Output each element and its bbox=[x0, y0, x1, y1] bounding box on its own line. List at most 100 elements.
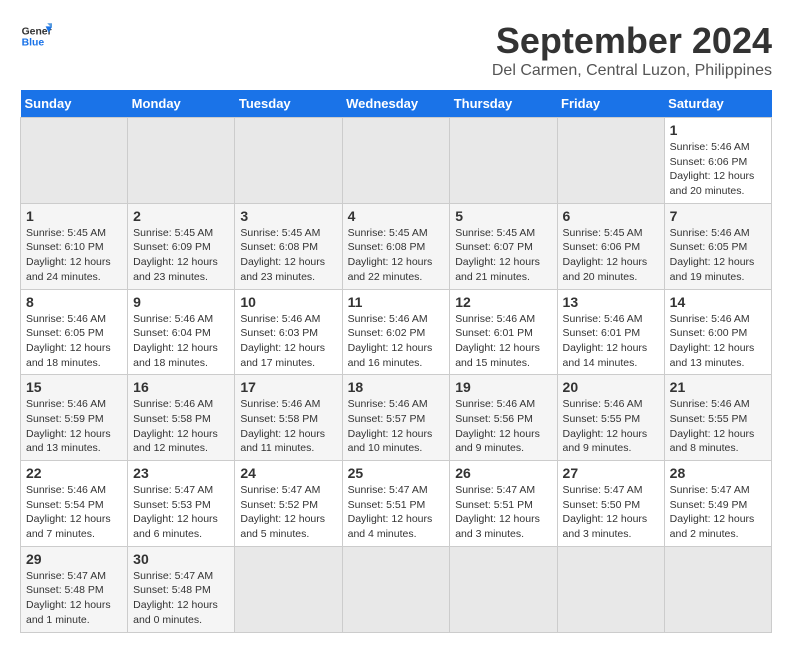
day-number: 12 bbox=[455, 294, 551, 310]
cell-info: Sunrise: 5:47 AM Sunset: 5:53 PM Dayligh… bbox=[133, 483, 229, 542]
calendar-cell: 14 Sunrise: 5:46 AM Sunset: 6:00 PM Dayli… bbox=[664, 289, 771, 375]
cell-info: Sunrise: 5:46 AM Sunset: 6:03 PM Dayligh… bbox=[240, 312, 336, 371]
calendar-cell: 9Sunrise: 5:46 AM Sunset: 6:04 PM Daylig… bbox=[128, 289, 235, 375]
calendar-cell: 27Sunrise: 5:47 AM Sunset: 5:50 PM Dayli… bbox=[557, 461, 664, 547]
calendar-cell: 28Sunrise: 5:47 AM Sunset: 5:49 PM Dayli… bbox=[664, 461, 771, 547]
cell-info: Sunrise: 5:45 AM Sunset: 6:10 PM Dayligh… bbox=[26, 226, 122, 285]
calendar-cell: 19 Sunrise: 5:46 AM Sunset: 5:56 PM Dayli… bbox=[450, 375, 557, 461]
cell-info: Sunrise: 5:46 AM Sunset: 5:58 PM Dayligh… bbox=[133, 397, 229, 456]
calendar-week-row: 1 Sunrise: 5:46 AM Sunset: 6:06 PM Daylig… bbox=[21, 118, 772, 204]
cell-info: Sunrise: 5:47 AM Sunset: 5:50 PM Dayligh… bbox=[563, 483, 659, 542]
cell-info: Sunrise: 5:45 AM Sunset: 6:08 PM Dayligh… bbox=[240, 226, 336, 285]
calendar-cell: 7 Sunrise: 5:46 AM Sunset: 6:05 PM Daylig… bbox=[664, 203, 771, 289]
calendar-week-row: 29Sunrise: 5:47 AM Sunset: 5:48 PM Dayli… bbox=[21, 546, 772, 632]
calendar-cell: 21 Sunrise: 5:46 AM Sunset: 5:55 PM Dayli… bbox=[664, 375, 771, 461]
calendar-cell bbox=[235, 118, 342, 204]
day-number: 1 bbox=[670, 122, 766, 138]
weekday-header: Friday bbox=[557, 90, 664, 118]
calendar-cell bbox=[557, 118, 664, 204]
day-number: 25 bbox=[348, 465, 445, 481]
day-number: 24 bbox=[240, 465, 336, 481]
calendar-cell: 5 Sunrise: 5:45 AM Sunset: 6:07 PM Daylig… bbox=[450, 203, 557, 289]
cell-info: Sunrise: 5:46 AM Sunset: 6:01 PM Dayligh… bbox=[455, 312, 551, 371]
cell-info: Sunrise: 5:47 AM Sunset: 5:52 PM Dayligh… bbox=[240, 483, 336, 542]
day-number: 6 bbox=[563, 208, 659, 224]
weekday-header: Saturday bbox=[664, 90, 771, 118]
calendar-cell: 25 Sunrise: 5:47 AM Sunset: 5:51 PM Dayli… bbox=[342, 461, 450, 547]
calendar-cell: 30Sunrise: 5:47 AM Sunset: 5:48 PM Dayli… bbox=[128, 546, 235, 632]
day-number: 16 bbox=[133, 379, 229, 395]
calendar-cell: 1 Sunrise: 5:46 AM Sunset: 6:06 PM Daylig… bbox=[664, 118, 771, 204]
calendar-table: SundayMondayTuesdayWednesdayThursdayFrid… bbox=[20, 90, 772, 633]
day-number: 3 bbox=[240, 208, 336, 224]
cell-info: Sunrise: 5:47 AM Sunset: 5:51 PM Dayligh… bbox=[348, 483, 445, 542]
calendar-cell: 1 Sunrise: 5:45 AM Sunset: 6:10 PM Daylig… bbox=[21, 203, 128, 289]
location-title: Del Carmen, Central Luzon, Philippines bbox=[492, 62, 772, 80]
calendar-cell: 3 Sunrise: 5:45 AM Sunset: 6:08 PM Daylig… bbox=[235, 203, 342, 289]
logo: General Blue bbox=[20, 20, 52, 52]
calendar-cell bbox=[450, 118, 557, 204]
calendar-cell bbox=[342, 546, 450, 632]
cell-info: Sunrise: 5:45 AM Sunset: 6:06 PM Dayligh… bbox=[563, 226, 659, 285]
calendar-cell: 4Sunrise: 5:45 AM Sunset: 6:08 PM Daylig… bbox=[342, 203, 450, 289]
day-number: 14 bbox=[670, 294, 766, 310]
calendar-cell: 20Sunrise: 5:46 AM Sunset: 5:55 PM Dayli… bbox=[557, 375, 664, 461]
cell-info: Sunrise: 5:46 AM Sunset: 6:05 PM Dayligh… bbox=[26, 312, 122, 371]
calendar-cell: 15Sunrise: 5:46 AM Sunset: 5:59 PM Dayli… bbox=[21, 375, 128, 461]
day-number: 30 bbox=[133, 551, 229, 567]
month-title: September 2024 bbox=[492, 20, 772, 62]
calendar-cell: 6 Sunrise: 5:45 AM Sunset: 6:06 PM Daylig… bbox=[557, 203, 664, 289]
day-number: 26 bbox=[455, 465, 551, 481]
calendar-cell: 12 Sunrise: 5:46 AM Sunset: 6:01 PM Dayli… bbox=[450, 289, 557, 375]
day-number: 13 bbox=[563, 294, 659, 310]
cell-info: Sunrise: 5:45 AM Sunset: 6:07 PM Dayligh… bbox=[455, 226, 551, 285]
cell-info: Sunrise: 5:47 AM Sunset: 5:49 PM Dayligh… bbox=[670, 483, 766, 542]
calendar-cell: 16 Sunrise: 5:46 AM Sunset: 5:58 PM Dayli… bbox=[128, 375, 235, 461]
day-number: 23 bbox=[133, 465, 229, 481]
cell-info: Sunrise: 5:46 AM Sunset: 6:06 PM Dayligh… bbox=[670, 140, 766, 199]
cell-info: Sunrise: 5:46 AM Sunset: 6:00 PM Dayligh… bbox=[670, 312, 766, 371]
cell-info: Sunrise: 5:46 AM Sunset: 6:04 PM Dayligh… bbox=[133, 312, 229, 371]
calendar-cell: 2Sunrise: 5:45 AM Sunset: 6:09 PM Daylig… bbox=[128, 203, 235, 289]
cell-info: Sunrise: 5:47 AM Sunset: 5:51 PM Dayligh… bbox=[455, 483, 551, 542]
day-number: 21 bbox=[670, 379, 766, 395]
page-header: General Blue September 2024 Del Carmen, … bbox=[20, 20, 772, 80]
cell-info: Sunrise: 5:46 AM Sunset: 5:57 PM Dayligh… bbox=[348, 397, 445, 456]
cell-info: Sunrise: 5:46 AM Sunset: 6:02 PM Dayligh… bbox=[348, 312, 445, 371]
calendar-week-row: 1 Sunrise: 5:45 AM Sunset: 6:10 PM Daylig… bbox=[21, 203, 772, 289]
calendar-cell: 22 Sunrise: 5:46 AM Sunset: 5:54 PM Dayli… bbox=[21, 461, 128, 547]
calendar-cell bbox=[128, 118, 235, 204]
day-number: 22 bbox=[26, 465, 122, 481]
day-number: 19 bbox=[455, 379, 551, 395]
weekday-header: Sunday bbox=[21, 90, 128, 118]
day-number: 4 bbox=[348, 208, 445, 224]
calendar-cell: 8 Sunrise: 5:46 AM Sunset: 6:05 PM Daylig… bbox=[21, 289, 128, 375]
calendar-cell: 29Sunrise: 5:47 AM Sunset: 5:48 PM Dayli… bbox=[21, 546, 128, 632]
calendar-header-row: SundayMondayTuesdayWednesdayThursdayFrid… bbox=[21, 90, 772, 118]
calendar-cell bbox=[342, 118, 450, 204]
calendar-cell bbox=[450, 546, 557, 632]
calendar-week-row: 8 Sunrise: 5:46 AM Sunset: 6:05 PM Daylig… bbox=[21, 289, 772, 375]
calendar-cell: 13 Sunrise: 5:46 AM Sunset: 6:01 PM Dayli… bbox=[557, 289, 664, 375]
calendar-cell: 24 Sunrise: 5:47 AM Sunset: 5:52 PM Dayli… bbox=[235, 461, 342, 547]
cell-info: Sunrise: 5:46 AM Sunset: 5:59 PM Dayligh… bbox=[26, 397, 122, 456]
cell-info: Sunrise: 5:46 AM Sunset: 6:01 PM Dayligh… bbox=[563, 312, 659, 371]
svg-text:Blue: Blue bbox=[22, 38, 45, 49]
calendar-cell: 23 Sunrise: 5:47 AM Sunset: 5:53 PM Dayli… bbox=[128, 461, 235, 547]
day-number: 1 bbox=[26, 208, 122, 224]
day-number: 2 bbox=[133, 208, 229, 224]
cell-info: Sunrise: 5:46 AM Sunset: 5:55 PM Dayligh… bbox=[670, 397, 766, 456]
day-number: 8 bbox=[26, 294, 122, 310]
day-number: 18 bbox=[348, 379, 445, 395]
calendar-cell: 17Sunrise: 5:46 AM Sunset: 5:58 PM Dayli… bbox=[235, 375, 342, 461]
title-section: September 2024 Del Carmen, Central Luzon… bbox=[492, 20, 772, 80]
calendar-cell: 18 Sunrise: 5:46 AM Sunset: 5:57 PM Dayli… bbox=[342, 375, 450, 461]
day-number: 7 bbox=[670, 208, 766, 224]
logo-icon: General Blue bbox=[20, 20, 52, 52]
cell-info: Sunrise: 5:46 AM Sunset: 5:56 PM Dayligh… bbox=[455, 397, 551, 456]
cell-info: Sunrise: 5:46 AM Sunset: 6:05 PM Dayligh… bbox=[670, 226, 766, 285]
day-number: 5 bbox=[455, 208, 551, 224]
cell-info: Sunrise: 5:46 AM Sunset: 5:58 PM Dayligh… bbox=[240, 397, 336, 456]
weekday-header: Monday bbox=[128, 90, 235, 118]
cell-info: Sunrise: 5:46 AM Sunset: 5:54 PM Dayligh… bbox=[26, 483, 122, 542]
